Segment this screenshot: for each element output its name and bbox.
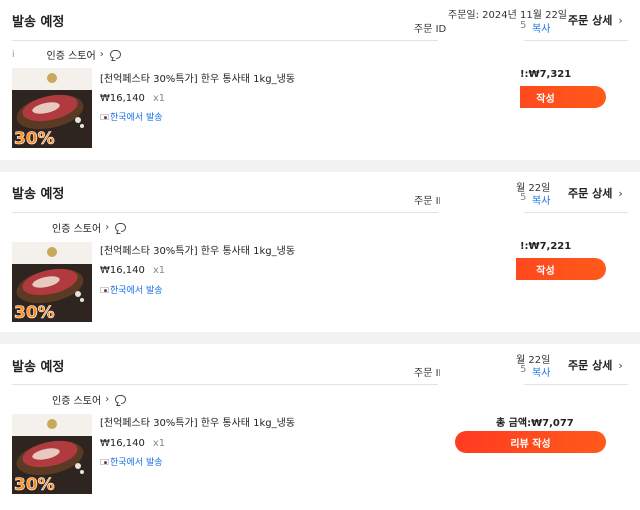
store-name[interactable]: 인증 스토어 <box>52 392 101 407</box>
order-status: 발송 예정 <box>12 360 65 375</box>
product-qty: x1 <box>152 265 166 276</box>
divider <box>524 40 628 41</box>
product-price-row: ₩16,140 x1 <box>100 438 165 449</box>
order-detail-button[interactable]: 주문 상세 › <box>568 357 623 373</box>
divider <box>524 212 628 213</box>
meat-image: 30% <box>12 68 92 148</box>
write-review-button[interactable]: 리뷰 작성 <box>455 431 606 453</box>
shipping-origin-label: 한국에서 발송 <box>110 286 163 296</box>
product-name[interactable]: [천억페스타 30%특가] 한우 통사태 1kg_냉동 <box>100 70 295 85</box>
product-price: ₩16,140 <box>100 265 145 276</box>
chevron-right-icon: › <box>99 49 104 60</box>
copy-order-id-button[interactable]: 복사 <box>532 20 550 35</box>
product-thumbnail[interactable]: 30% <box>12 68 92 148</box>
order-id-fragment: 5 <box>520 192 527 203</box>
order-detail-label: 주문 상세 <box>568 187 613 200</box>
chat-icon[interactable] <box>115 223 127 232</box>
divider <box>12 40 438 41</box>
copy-order-id-button[interactable]: 복사 <box>532 192 550 207</box>
store-row[interactable]: i 인증 스토어 › <box>12 47 121 62</box>
overlay-mask <box>440 344 516 404</box>
copy-order-id-button[interactable]: 복사 <box>532 364 550 379</box>
product-price-row: ₩16,140 x1 <box>100 265 165 276</box>
order-detail-button[interactable]: 주문 상세 › <box>568 185 623 201</box>
review-button-label: 리뷰 작성 <box>510 438 551 450</box>
order-detail-label: 주문 상세 <box>568 14 613 27</box>
meat-image: 30% <box>12 414 92 494</box>
chevron-right-icon: › <box>618 14 623 27</box>
store-name[interactable]: 인증 스토어 <box>47 47 96 62</box>
korea-flag-icon <box>100 458 109 465</box>
chat-icon[interactable] <box>109 50 121 59</box>
product-thumbnail[interactable]: 30% <box>12 242 92 322</box>
review-button-label: 작성 <box>536 265 555 277</box>
chat-icon[interactable] <box>115 395 127 404</box>
korea-flag-icon <box>100 113 109 120</box>
store-name[interactable]: 인증 스토어 <box>52 220 101 235</box>
product-thumbnail[interactable]: 30% <box>12 414 92 494</box>
store-logo: i <box>12 49 15 60</box>
product-name[interactable]: [천억페스타 30%특가] 한우 통사태 1kg_냉동 <box>100 242 295 257</box>
thumb-badge: 30% <box>14 475 55 494</box>
shipping-origin: 한국에서 발송 <box>100 110 163 123</box>
thumb-badge: 30% <box>14 303 55 322</box>
product-qty: x1 <box>152 438 166 449</box>
order-date: 주문일: 2024년 11월 22일 <box>448 10 568 21</box>
order-card: 발송 예정 주문 ID 주문일: 2024년 11월 22일 5 복사 주문 상… <box>0 0 640 160</box>
shipping-origin-label: 한국에서 발송 <box>110 113 163 123</box>
shipping-origin: 한국에서 발송 <box>100 283 163 296</box>
order-status: 발송 예정 <box>12 15 65 30</box>
overlay-mask <box>440 32 520 160</box>
review-button-label: 작성 <box>536 93 555 105</box>
order-card: 발송 예정 주문 ID 월 22일 5 복사 주문 상세 › 인증 스토어 › 3… <box>0 172 640 332</box>
korea-flag-icon <box>100 286 109 293</box>
order-detail-button[interactable]: 주문 상세 › <box>568 12 623 28</box>
order-status: 발송 예정 <box>12 187 65 202</box>
thumb-badge: 30% <box>14 129 55 148</box>
order-card: 발송 예정 주문 ID 월 22일 5 복사 주문 상세 › 인증 스토어 › 3… <box>0 344 640 510</box>
divider <box>524 384 628 385</box>
chevron-right-icon: › <box>105 394 110 405</box>
order-total: !:₩7,221 <box>520 241 572 252</box>
order-total: 총 금액:₩7,077 <box>496 418 574 429</box>
order-id-fragment: 5 <box>520 20 527 31</box>
shipping-origin: 한국에서 발송 <box>100 455 163 468</box>
store-row[interactable]: 인증 스토어 › <box>12 392 127 407</box>
store-row[interactable]: 인증 스토어 › <box>12 220 127 235</box>
chevron-right-icon: › <box>618 187 623 200</box>
chevron-right-icon: › <box>105 222 110 233</box>
product-name[interactable]: [천억페스타 30%특가] 한우 통사태 1kg_냉동 <box>100 414 295 429</box>
order-total: !:₩7,321 <box>520 69 572 80</box>
shipping-origin-label: 한국에서 발송 <box>110 458 163 468</box>
divider <box>12 212 438 213</box>
product-price: ₩16,140 <box>100 93 145 104</box>
order-detail-label: 주문 상세 <box>568 359 613 372</box>
product-price-row: ₩16,140 x1 <box>100 93 165 104</box>
meat-image: 30% <box>12 242 92 322</box>
product-price: ₩16,140 <box>100 438 145 449</box>
product-qty: x1 <box>152 93 166 104</box>
overlay-mask <box>440 172 516 332</box>
divider <box>12 384 438 385</box>
chevron-right-icon: › <box>618 359 623 372</box>
order-id-fragment: 5 <box>520 364 527 375</box>
